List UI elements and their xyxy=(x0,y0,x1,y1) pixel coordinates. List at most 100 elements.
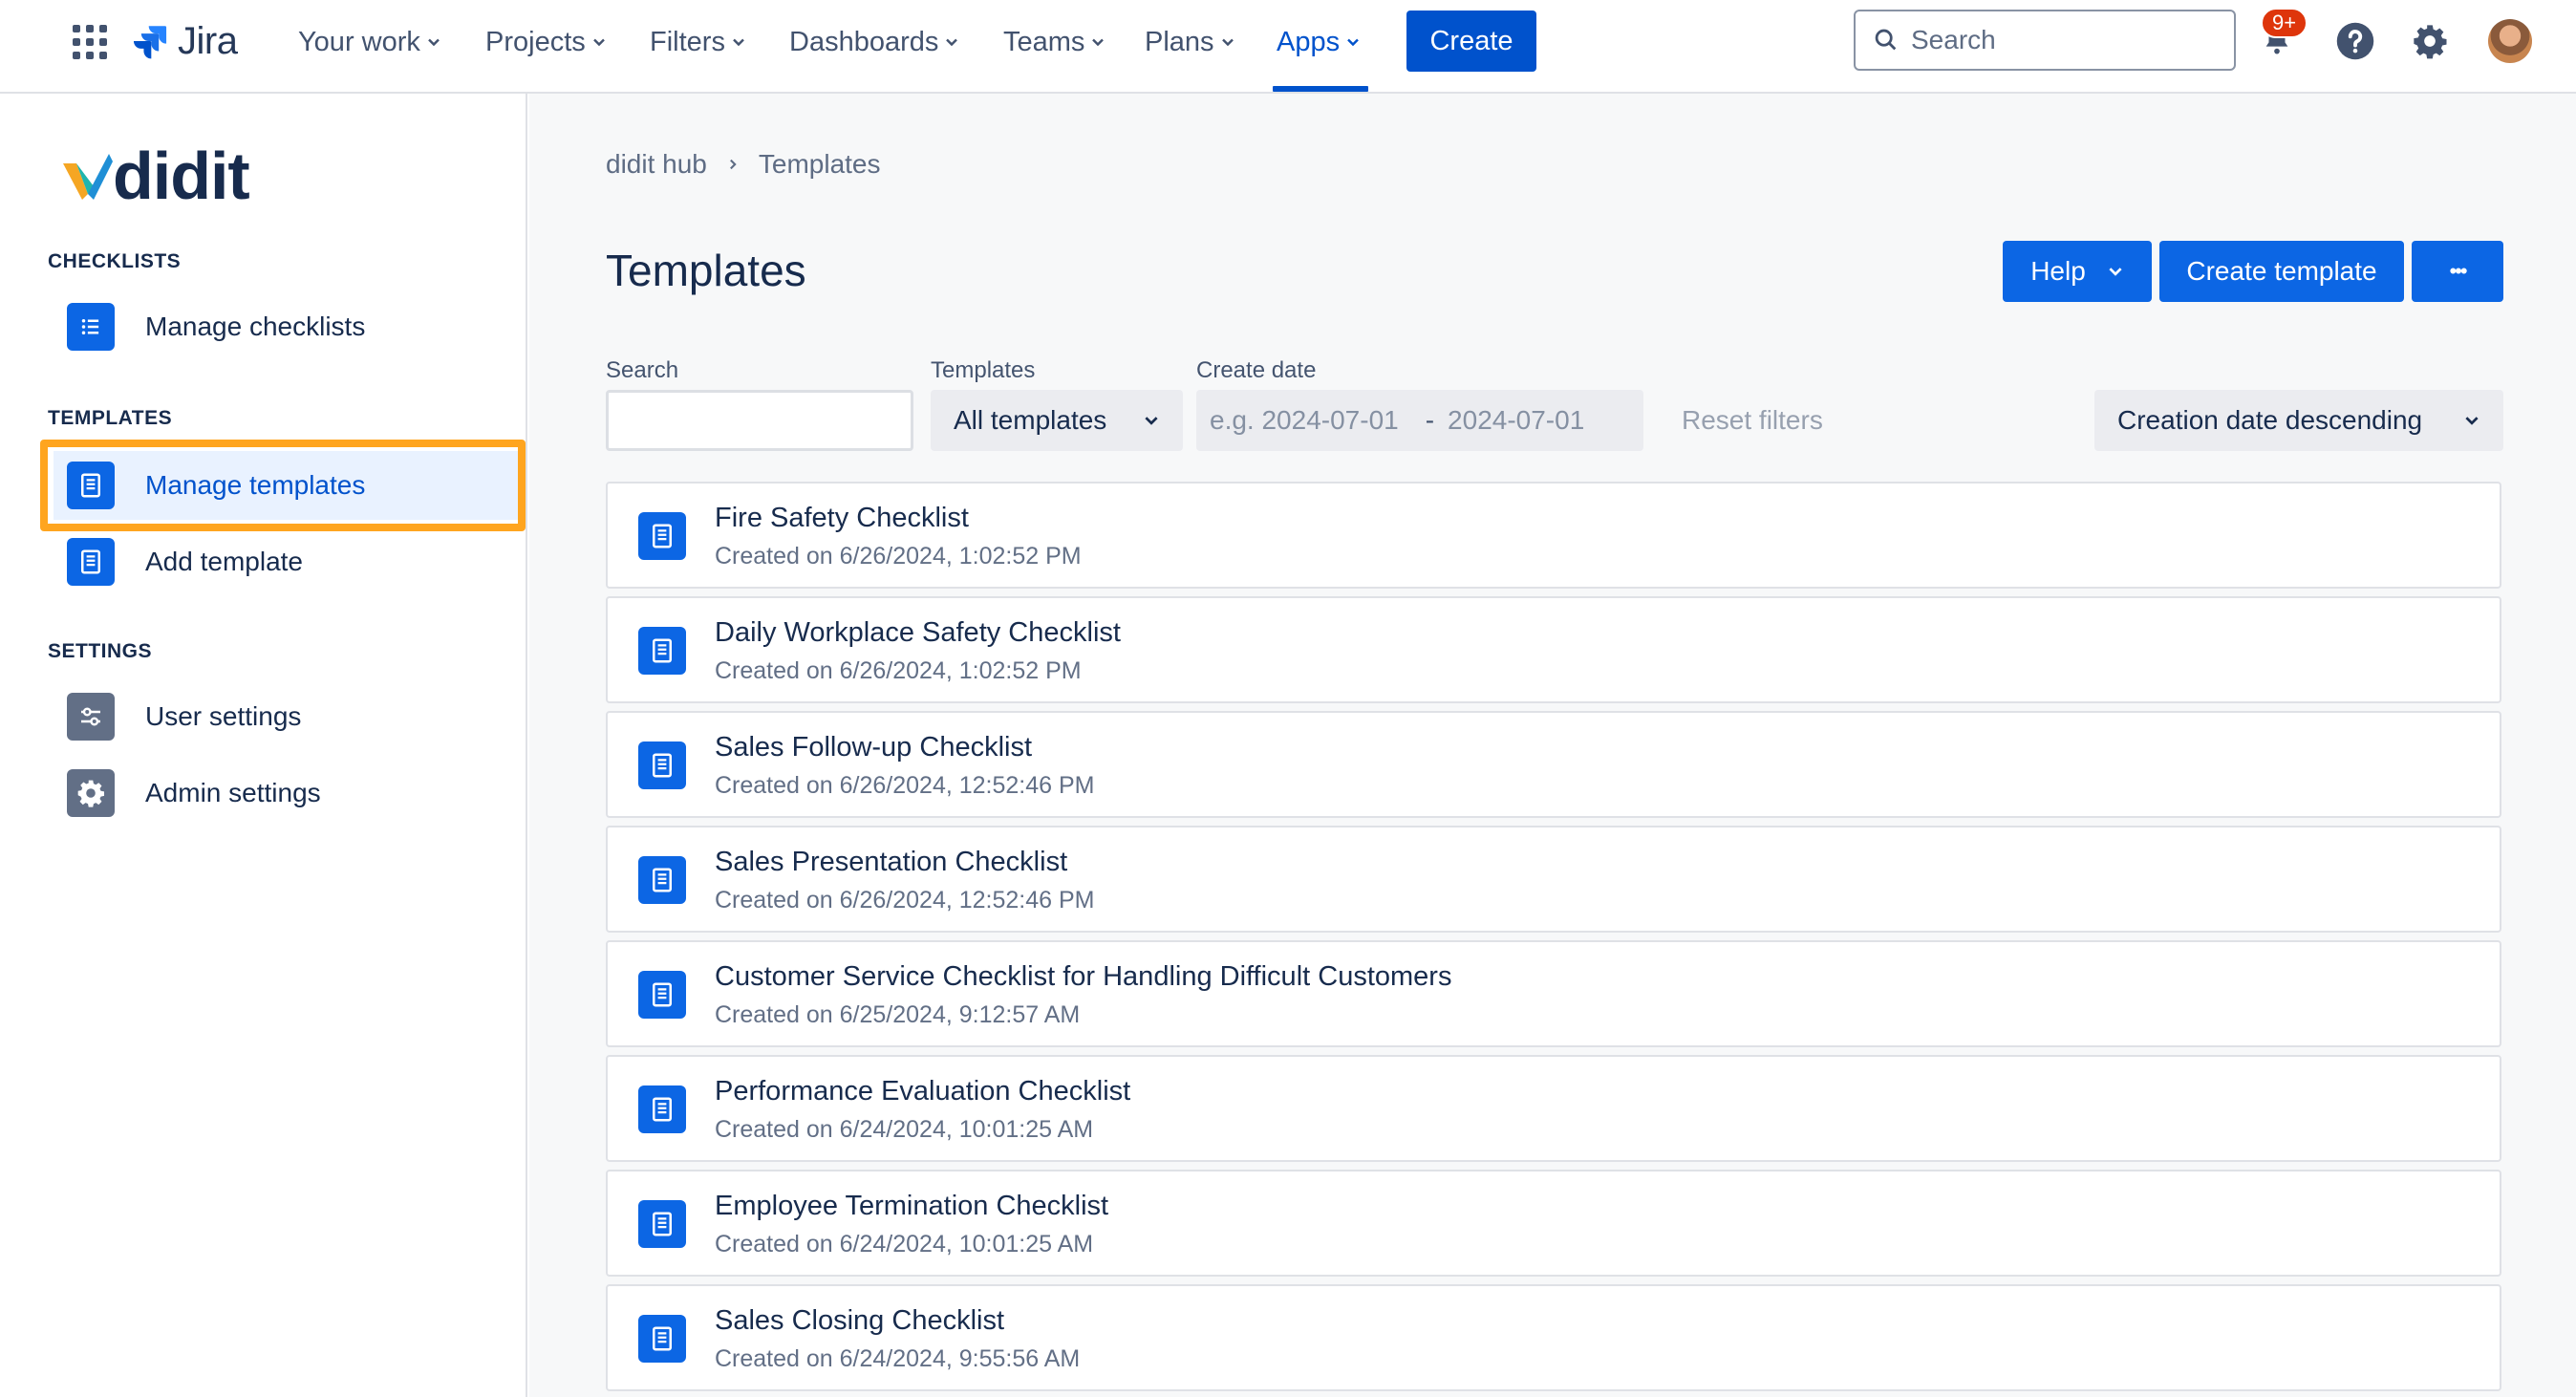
template-icon xyxy=(638,971,686,1019)
search-input[interactable]: Search xyxy=(1854,10,2236,71)
template-row[interactable]: Fire Safety Checklist Created on 6/26/20… xyxy=(606,482,2501,589)
help-label: Help xyxy=(2030,256,2086,286)
more-actions-button[interactable]: ••• xyxy=(2412,241,2503,302)
main-content: didit hub Templates Templates Help Creat… xyxy=(529,94,2576,1397)
template-name[interactable]: Performance Evaluation Checklist xyxy=(715,1076,1130,1107)
sidebar-item-label: Manage templates xyxy=(145,470,366,500)
template-row[interactable]: Daily Workplace Safety Checklist Created… xyxy=(606,596,2501,703)
nav-dashboards[interactable]: Dashboards xyxy=(789,21,959,63)
nav-projects[interactable]: Projects xyxy=(485,21,607,63)
help-icon xyxy=(2336,22,2374,60)
template-icon xyxy=(638,741,686,789)
chevron-right-icon xyxy=(729,159,737,170)
template-icon xyxy=(638,1200,686,1248)
date-separator: - xyxy=(1425,405,1435,435)
jira-logo[interactable]: Jira xyxy=(130,17,238,65)
template-row[interactable]: Sales Presentation Checklist Created on … xyxy=(606,826,2501,933)
nav-label: Filters xyxy=(650,26,725,57)
chevron-down-icon xyxy=(1347,38,1359,47)
date-to-input[interactable]: 2024-07-01 xyxy=(1448,405,1584,436)
template-row[interactable]: Performance Evaluation Checklist Created… xyxy=(606,1055,2501,1162)
sidebar-item-manage-templates[interactable]: Manage templates xyxy=(54,451,522,520)
chevron-down-icon xyxy=(1221,38,1234,47)
template-name[interactable]: Daily Workplace Safety Checklist xyxy=(715,617,1121,649)
brand-name: didit xyxy=(113,139,250,213)
nav-label: Teams xyxy=(1003,26,1085,57)
template-search-input[interactable] xyxy=(606,390,913,451)
search-filter-label: Search xyxy=(606,357,679,383)
active-nav-indicator xyxy=(1273,86,1368,92)
sidebar-item-admin-settings[interactable]: Admin settings xyxy=(54,759,522,827)
help-dropdown-button[interactable]: Help xyxy=(2003,241,2152,302)
product-name: Jira xyxy=(178,19,238,62)
chevron-down-icon xyxy=(1145,417,1158,425)
breadcrumb-didit-hub[interactable]: didit hub xyxy=(606,149,707,180)
reset-filters-link[interactable]: Reset filters xyxy=(1682,405,1823,436)
template-created: Created on 6/26/2024, 12:52:46 PM xyxy=(715,887,1095,913)
search-icon xyxy=(1875,29,1897,51)
template-created: Created on 6/26/2024, 1:02:52 PM xyxy=(715,543,1082,570)
didit-logo[interactable]: didit xyxy=(61,139,250,213)
template-row[interactable]: Sales Closing Checklist Created on 6/24/… xyxy=(606,1284,2501,1391)
nav-label: Projects xyxy=(485,26,586,57)
chevron-down-icon xyxy=(428,38,440,47)
template-icon xyxy=(638,1315,686,1363)
section-title-checklists: CHECKLISTS xyxy=(48,250,182,272)
nav-plans[interactable]: Plans xyxy=(1145,21,1235,63)
settings-button[interactable] xyxy=(2408,19,2452,63)
list-icon xyxy=(67,303,115,351)
create-date-range[interactable]: e.g. 2024-07-01 - 2024-07-01 xyxy=(1196,390,1643,451)
template-row[interactable]: Employee Termination Checklist Created o… xyxy=(606,1170,2501,1277)
nav-label: Apps xyxy=(1277,26,1341,57)
create-template-button[interactable]: Create template xyxy=(2159,241,2404,302)
help-button[interactable] xyxy=(2333,19,2377,63)
template-row[interactable]: Sales Follow-up Checklist Created on 6/2… xyxy=(606,711,2501,818)
nav-label: Your work xyxy=(298,26,420,57)
sort-select[interactable]: Creation date descending xyxy=(2094,390,2503,451)
template-name[interactable]: Sales Presentation Checklist xyxy=(715,847,1067,878)
sidebar-item-add-template[interactable]: Add template xyxy=(54,527,522,596)
nav-apps[interactable]: Apps xyxy=(1277,21,1361,63)
chevron-down-icon xyxy=(733,38,744,47)
chevron-down-icon xyxy=(946,38,958,47)
template-created: Created on 6/25/2024, 9:12:57 AM xyxy=(715,1001,1081,1028)
templates-filter-label: Templates xyxy=(931,357,1036,383)
sidebar-item-label: User settings xyxy=(145,701,302,731)
template-created: Created on 6/26/2024, 1:02:52 PM xyxy=(715,657,1082,684)
breadcrumb-templates[interactable]: Templates xyxy=(759,149,881,180)
chevron-down-icon xyxy=(2465,417,2479,425)
template-icon xyxy=(638,512,686,560)
template-icon xyxy=(638,856,686,904)
gear-icon xyxy=(67,769,115,817)
create-button[interactable]: Create xyxy=(1406,11,1536,72)
jira-icon xyxy=(133,26,167,59)
nav-label: Dashboards xyxy=(789,26,939,57)
section-title-settings: SETTINGS xyxy=(48,640,153,662)
templates-select[interactable]: All templates xyxy=(931,390,1183,451)
sidebar-item-user-settings[interactable]: User settings xyxy=(54,682,522,751)
breadcrumb: didit hub Templates xyxy=(606,149,881,180)
template-created: Created on 6/24/2024, 9:55:56 AM xyxy=(715,1345,1081,1372)
template-name[interactable]: Sales Follow-up Checklist xyxy=(715,732,1032,763)
nav-teams[interactable]: Teams xyxy=(1003,21,1106,63)
nav-filters[interactable]: Filters xyxy=(650,21,746,63)
template-name[interactable]: Employee Termination Checklist xyxy=(715,1191,1108,1222)
sliders-icon xyxy=(67,693,115,741)
user-avatar[interactable] xyxy=(2488,19,2532,63)
template-created: Created on 6/26/2024, 12:52:46 PM xyxy=(715,772,1095,799)
template-row[interactable]: Customer Service Checklist for Handling … xyxy=(606,940,2501,1047)
app-switcher-icon[interactable] xyxy=(73,25,107,59)
didit-check-icon xyxy=(63,154,113,200)
nav-your-work[interactable]: Your work xyxy=(298,21,441,63)
chevron-down-icon xyxy=(1092,38,1105,47)
chevron-down-icon xyxy=(592,38,605,47)
template-name[interactable]: Customer Service Checklist for Handling … xyxy=(715,961,1451,993)
chevron-down-icon xyxy=(2109,268,2122,276)
date-from-input[interactable]: e.g. 2024-07-01 xyxy=(1210,405,1399,436)
template-icon xyxy=(638,627,686,675)
template-name[interactable]: Sales Closing Checklist xyxy=(715,1305,1004,1337)
template-name[interactable]: Fire Safety Checklist xyxy=(715,503,969,534)
template-icon xyxy=(67,462,115,509)
sidebar-item-manage-checklists[interactable]: Manage checklists xyxy=(54,292,522,361)
template-created: Created on 6/24/2024, 10:01:25 AM xyxy=(715,1116,1094,1143)
